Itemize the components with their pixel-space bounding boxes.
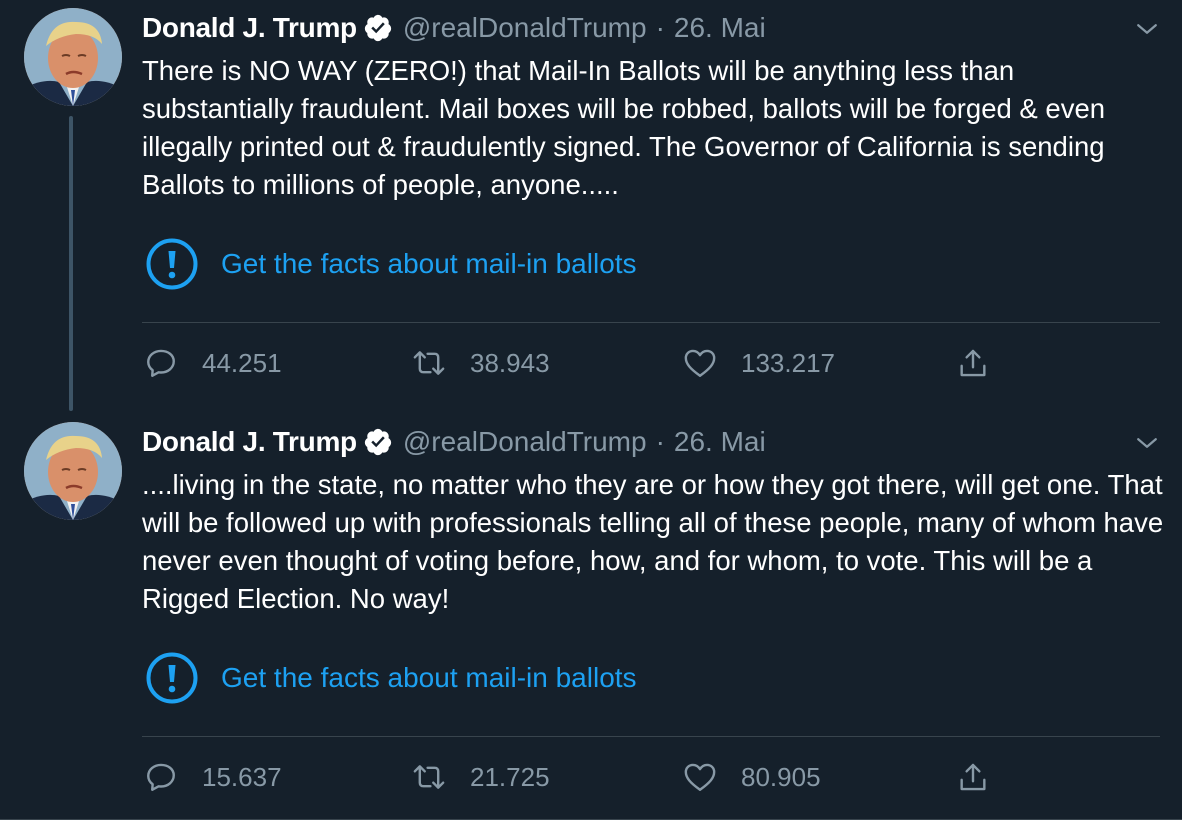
- tweet[interactable]: Donald J. Trump @realDonaldTrump · 26. M…: [0, 414, 1182, 820]
- reply-bubble-icon: [147, 763, 175, 791]
- verified-badge-icon: [363, 427, 393, 457]
- retweet-count: 21.725: [470, 761, 550, 792]
- header-separator: ·: [655, 12, 665, 43]
- get-facts-link[interactable]: Get the facts about mail-in ballots: [146, 238, 637, 290]
- tweet-text: ....living in the state, no matter who t…: [142, 469, 1164, 614]
- tweet-content: Donald J. Trump @realDonaldTrump · 26. M…: [142, 422, 1163, 618]
- heart-icon: [684, 349, 716, 377]
- author-name[interactable]: Donald J. Trump: [142, 12, 357, 44]
- reply-count: 44.251: [202, 347, 282, 378]
- author-handle[interactable]: @realDonaldTrump: [403, 12, 647, 44]
- exclamation-circle-icon: [146, 238, 198, 290]
- retweet-count: 38.943: [470, 347, 550, 378]
- tweet-header: Donald J. Trump @realDonaldTrump · 26. M…: [142, 8, 1162, 48]
- share-button[interactable]: [956, 340, 990, 386]
- tweet-divider: [142, 736, 1160, 737]
- share-upload-icon: [960, 349, 986, 377]
- share-upload-icon: [960, 763, 986, 791]
- like-count: 133.217: [741, 347, 835, 378]
- tweet[interactable]: Donald J. Trump @realDonaldTrump · 26. M…: [0, 0, 1182, 414]
- tweet-header: Donald J. Trump @realDonaldTrump · 26. M…: [142, 422, 1162, 462]
- get-facts-label: Get the facts about mail-in ballots: [221, 662, 637, 693]
- like-count: 80.905: [741, 761, 821, 792]
- share-button[interactable]: [956, 754, 990, 800]
- like-button[interactable]: 133.217: [683, 340, 835, 386]
- reply-button[interactable]: 44.251: [144, 340, 282, 386]
- header-separator: ·: [655, 426, 665, 457]
- chevron-down-icon[interactable]: [1132, 428, 1162, 458]
- retweet-button[interactable]: 38.943: [412, 340, 550, 386]
- chevron-down-icon[interactable]: [1132, 14, 1162, 44]
- avatar-portrait-icon: [24, 422, 122, 520]
- avatar[interactable]: [24, 422, 122, 520]
- exclamation-circle-icon: [146, 652, 198, 704]
- reply-count: 15.637: [202, 761, 282, 792]
- retweet-icon: [413, 351, 445, 375]
- tweet-divider: [142, 322, 1160, 323]
- retweet-button[interactable]: 21.725: [412, 754, 550, 800]
- tweet-actions: 15.637 21.725 80.905: [142, 754, 1042, 800]
- retweet-icon: [413, 765, 445, 789]
- avatar-portrait-icon: [24, 8, 122, 106]
- verified-badge-icon: [363, 13, 393, 43]
- tweet-text: There is NO WAY (ZERO!) that Mail-In Bal…: [142, 55, 1106, 200]
- tweet-actions: 44.251 38.943 133.217: [142, 340, 1042, 386]
- timeline: Donald J. Trump @realDonaldTrump · 26. M…: [0, 0, 1182, 820]
- reply-bubble-icon: [147, 349, 175, 377]
- get-facts-label: Get the facts about mail-in ballots: [221, 248, 637, 279]
- avatar[interactable]: [24, 8, 122, 106]
- author-name[interactable]: Donald J. Trump: [142, 426, 357, 458]
- get-facts-link[interactable]: Get the facts about mail-in ballots: [146, 652, 637, 704]
- tweet-content: Donald J. Trump @realDonaldTrump · 26. M…: [142, 8, 1162, 204]
- heart-icon: [684, 763, 716, 791]
- tweet-date[interactable]: 26. Mai: [674, 12, 766, 44]
- author-handle[interactable]: @realDonaldTrump: [403, 426, 647, 458]
- tweet-date[interactable]: 26. Mai: [674, 426, 766, 458]
- reply-button[interactable]: 15.637: [144, 754, 282, 800]
- like-button[interactable]: 80.905: [683, 754, 821, 800]
